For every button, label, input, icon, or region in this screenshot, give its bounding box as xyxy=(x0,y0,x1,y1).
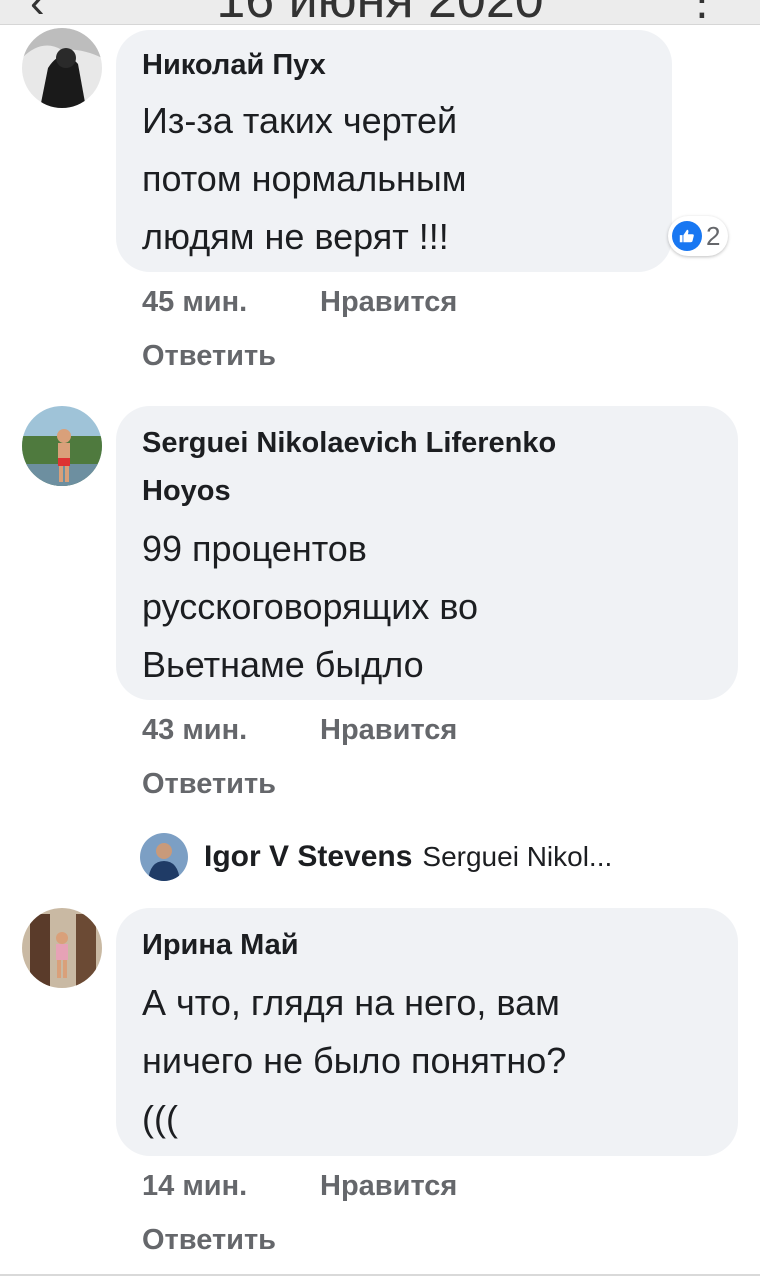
reply-snippet[interactable]: Serguei Nikol... xyxy=(422,841,612,873)
comment-time: 45 мин. xyxy=(142,286,248,318)
more-icon[interactable]: ⋮ xyxy=(680,0,724,24)
reply-preview-row[interactable]: Igor V Stevens Serguei Nikol... xyxy=(140,832,612,882)
comment-author-continued[interactable]: Hoyos xyxy=(142,472,231,510)
like-button[interactable]: Нравится xyxy=(320,714,457,747)
comment-author[interactable]: Николай Пух xyxy=(142,46,326,84)
comment-author[interactable]: Serguei Nikolaevich Liferenko xyxy=(142,424,556,462)
divider xyxy=(0,1274,760,1276)
comment-text: А что, глядя на него, вам ничего не было… xyxy=(142,982,567,1139)
comment-text: 99 процентов русскоговорящих во Вьетнаме… xyxy=(142,528,479,685)
avatar[interactable] xyxy=(22,28,102,108)
reaction-count: 2 xyxy=(706,220,721,251)
reply-button[interactable]: Ответить xyxy=(142,768,276,801)
avatar[interactable] xyxy=(22,908,102,988)
page-title: 16 июня 2020 xyxy=(0,0,760,24)
reply-button[interactable]: Ответить xyxy=(142,340,276,373)
top-bar: ‹ 16 июня 2020 ⋮ xyxy=(0,0,760,25)
reply-button[interactable]: Ответить xyxy=(142,1224,276,1257)
like-button[interactable]: Нравится xyxy=(320,1170,457,1203)
reply-author[interactable]: Igor V Stevens xyxy=(204,840,412,874)
comment-time: 43 мин. xyxy=(142,714,248,746)
comment-text: Из-за таких чертей потом нормальным людя… xyxy=(142,100,467,257)
like-button[interactable]: Нравится xyxy=(320,286,457,319)
comment-time: 14 мин. xyxy=(142,1170,248,1202)
avatar[interactable] xyxy=(140,833,188,881)
avatar[interactable] xyxy=(22,406,102,486)
reaction-badge[interactable]: 2 xyxy=(668,216,729,256)
thumbs-up-icon xyxy=(672,221,702,251)
comment-author[interactable]: Ирина Май xyxy=(142,926,299,964)
